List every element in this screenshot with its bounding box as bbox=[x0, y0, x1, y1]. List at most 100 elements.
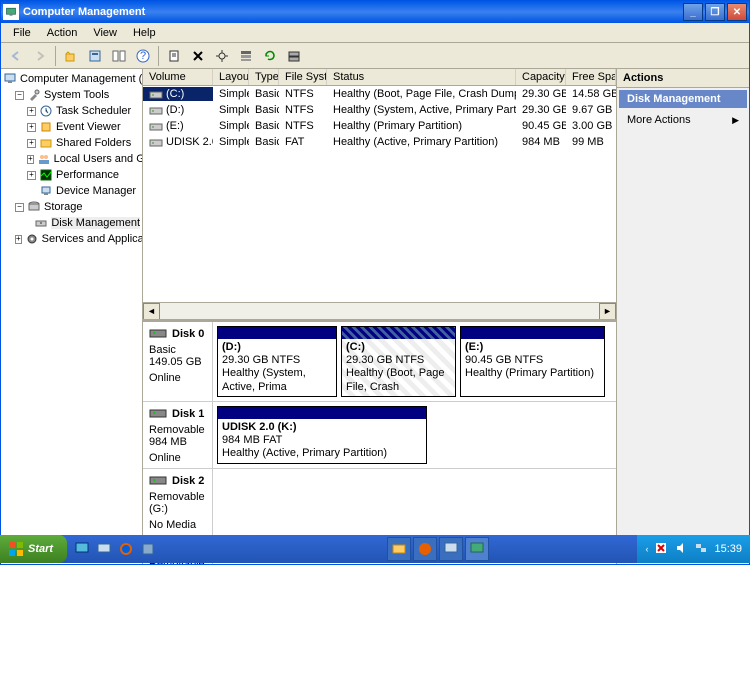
tray-network-icon[interactable] bbox=[694, 541, 708, 558]
layout-cell: Simple bbox=[213, 87, 249, 101]
menu-file[interactable]: File bbox=[5, 25, 39, 41]
tree-shared-folders[interactable]: + Shared Folders bbox=[3, 135, 140, 151]
partition[interactable]: UDISK 2.0 (K:)984 MB FATHealthy (Active,… bbox=[217, 406, 427, 464]
menu-view[interactable]: View bbox=[85, 25, 125, 41]
tree-services-apps[interactable]: + Services and Applications bbox=[3, 231, 140, 247]
computer-management-window: Computer Management _ ❐ ✕ File Action Vi… bbox=[0, 0, 750, 565]
tree-system-tools[interactable]: − System Tools bbox=[3, 87, 140, 103]
properties-button[interactable] bbox=[84, 45, 106, 67]
volume-row[interactable]: (C:)SimpleBasicNTFSHealthy (Boot, Page F… bbox=[143, 86, 616, 102]
show-hide-button[interactable] bbox=[108, 45, 130, 67]
create-button[interactable] bbox=[163, 45, 185, 67]
col-free[interactable]: Free Spac bbox=[566, 69, 616, 85]
col-capacity[interactable]: Capacity bbox=[516, 69, 566, 85]
partition-status: Healthy (Active, Primary Partition) bbox=[222, 447, 422, 460]
tree-performance[interactable]: + Performance bbox=[3, 167, 140, 183]
app-icon[interactable] bbox=[139, 540, 157, 558]
tree-root[interactable]: Computer Management (Local) bbox=[3, 71, 140, 87]
explorer-icon[interactable] bbox=[95, 540, 113, 558]
perf-icon bbox=[39, 168, 53, 182]
col-volume[interactable]: Volume bbox=[143, 69, 213, 85]
menu-help[interactable]: Help bbox=[125, 25, 164, 41]
task-compmgmt[interactable] bbox=[465, 537, 489, 561]
disk-row[interactable]: Disk 0Basic149.05 GBOnline(D:)29.30 GB N… bbox=[143, 322, 616, 402]
collapse-icon[interactable]: − bbox=[15, 91, 24, 100]
partition[interactable]: (C:)29.30 GB NTFSHealthy (Boot, Page Fil… bbox=[341, 326, 456, 397]
tree-device-manager[interactable]: Device Manager bbox=[3, 183, 140, 199]
tree-storage[interactable]: − Storage bbox=[3, 199, 140, 215]
task-firefox[interactable] bbox=[413, 537, 437, 561]
scroll-left-button[interactable]: ◄ bbox=[143, 303, 160, 320]
partition[interactable]: (D:)29.30 GB NTFSHealthy (System, Active… bbox=[217, 326, 337, 397]
view-graphical-button[interactable] bbox=[283, 45, 305, 67]
task-app[interactable] bbox=[439, 537, 463, 561]
expand-icon[interactable]: + bbox=[27, 155, 34, 164]
disk-row[interactable]: Disk 2Removable (G:)No Media bbox=[143, 469, 616, 536]
tree-label: Computer Management (Local) bbox=[20, 73, 143, 85]
tree-panel[interactable]: Computer Management (Local) − System Too… bbox=[1, 69, 143, 564]
volume-row[interactable]: (E:)SimpleBasicNTFSHealthy (Primary Part… bbox=[143, 118, 616, 134]
collapse-icon[interactable]: − bbox=[15, 203, 24, 212]
scroll-track[interactable] bbox=[160, 303, 599, 319]
minimize-button[interactable]: _ bbox=[683, 3, 703, 21]
menu-action[interactable]: Action bbox=[39, 25, 86, 41]
services-icon bbox=[25, 232, 39, 246]
volume-list[interactable]: Volume Layout Type File System Status Ca… bbox=[143, 69, 616, 302]
more-actions-item[interactable]: More Actions ▶ bbox=[617, 110, 749, 130]
back-button[interactable] bbox=[5, 45, 27, 67]
expand-icon[interactable]: + bbox=[27, 107, 36, 116]
tree-local-users[interactable]: + Local Users and Groups bbox=[3, 151, 140, 167]
free-cell: 14.58 GB bbox=[566, 87, 616, 101]
up-button[interactable] bbox=[60, 45, 82, 67]
horizontal-scrollbar[interactable]: ◄ ► bbox=[143, 302, 616, 319]
partition[interactable]: (E:)90.45 GB NTFSHealthy (Primary Partit… bbox=[460, 326, 605, 397]
free-cell: 3.00 GB bbox=[566, 119, 616, 133]
partition-body: (E:)90.45 GB NTFSHealthy (Primary Partit… bbox=[461, 339, 604, 383]
forward-button[interactable] bbox=[29, 45, 51, 67]
titlebar[interactable]: Computer Management _ ❐ ✕ bbox=[1, 1, 749, 23]
close-button[interactable]: ✕ bbox=[727, 3, 747, 21]
delete-button[interactable] bbox=[187, 45, 209, 67]
col-layout[interactable]: Layout bbox=[213, 69, 249, 85]
disk-state: Online bbox=[149, 372, 206, 384]
partition-title: UDISK 2.0 (K:) bbox=[222, 421, 422, 434]
volume-name-cell: (E:) bbox=[143, 119, 213, 133]
task-folder[interactable] bbox=[387, 537, 411, 561]
expand-icon[interactable]: + bbox=[27, 123, 36, 132]
disk-row[interactable]: Disk 1Removable984 MBOnlineUDISK 2.0 (K:… bbox=[143, 402, 616, 469]
settings-button[interactable] bbox=[211, 45, 233, 67]
col-status[interactable]: Status bbox=[327, 69, 516, 85]
scroll-right-button[interactable]: ► bbox=[599, 303, 616, 320]
disk-info: Disk 2Removable (G:)No Media bbox=[143, 469, 213, 535]
expand-icon[interactable]: + bbox=[15, 235, 22, 244]
disk-graphical-panel[interactable]: Disk 0Basic149.05 GBOnline(D:)29.30 GB N… bbox=[143, 319, 616, 564]
help-button[interactable]: ? bbox=[132, 45, 154, 67]
start-label: Start bbox=[28, 543, 53, 555]
disk-size: 149.05 GB bbox=[149, 356, 206, 368]
expand-icon[interactable]: + bbox=[27, 139, 36, 148]
volume-row[interactable]: (D:)SimpleBasicNTFSHealthy (System, Acti… bbox=[143, 102, 616, 118]
col-type[interactable]: Type bbox=[249, 69, 279, 85]
view-list-button[interactable] bbox=[235, 45, 257, 67]
tree-label: Services and Applications bbox=[42, 233, 143, 245]
tray-antivirus-icon[interactable] bbox=[654, 541, 668, 558]
clock[interactable]: 15:39 bbox=[714, 543, 742, 555]
tree-event-viewer[interactable]: + Event Viewer bbox=[3, 119, 140, 135]
window-title: Computer Management bbox=[23, 6, 145, 18]
disk-icon bbox=[149, 406, 169, 422]
show-desktop-icon[interactable] bbox=[73, 540, 91, 558]
tray-volume-icon[interactable] bbox=[674, 541, 688, 558]
tree-task-scheduler[interactable]: + Task Scheduler bbox=[3, 103, 140, 119]
start-button[interactable]: Start bbox=[0, 535, 67, 563]
expand-icon[interactable]: + bbox=[27, 171, 36, 180]
partition-header bbox=[218, 327, 336, 339]
system-tray[interactable]: ‹ 15:39 bbox=[637, 535, 750, 563]
volume-row[interactable]: UDISK 2.0 (K:)SimpleBasicFATHealthy (Act… bbox=[143, 134, 616, 150]
tree-disk-management[interactable]: Disk Management bbox=[3, 215, 140, 231]
col-fs[interactable]: File System bbox=[279, 69, 327, 85]
maximize-button[interactable]: ❐ bbox=[705, 3, 725, 21]
tray-arrow-icon[interactable]: ‹ bbox=[645, 544, 648, 554]
refresh-button[interactable] bbox=[259, 45, 281, 67]
firefox-icon[interactable] bbox=[117, 540, 135, 558]
type-cell: Basic bbox=[249, 135, 279, 149]
